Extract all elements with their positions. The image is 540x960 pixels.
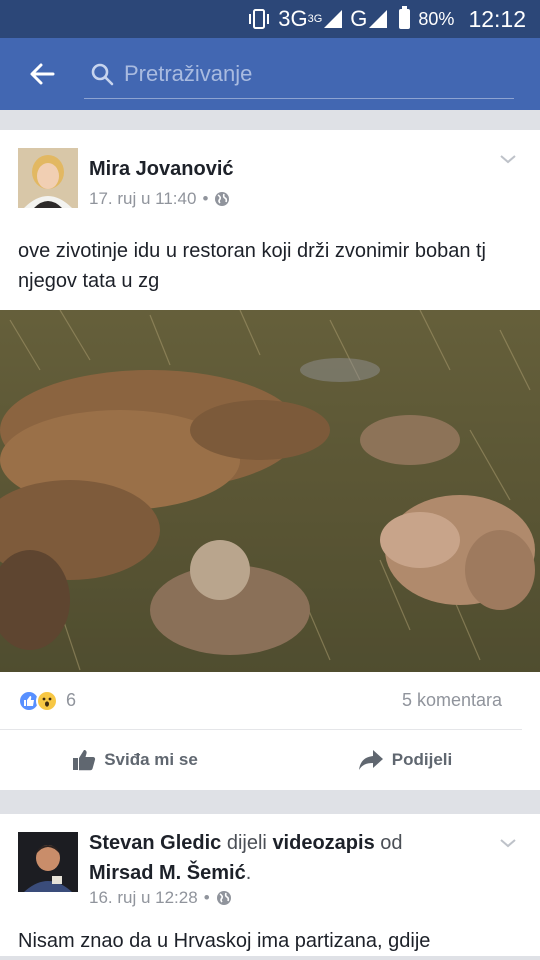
reactions-bar[interactable]: 6 5 komentara	[0, 672, 522, 730]
post-actions: Sviđa mi se Podijeli	[0, 730, 540, 790]
post-card: Mira Jovanović 17. ruj u 11:40 • ove ziv…	[0, 130, 540, 790]
post-header: Mira Jovanović 17. ruj u 11:40 •	[0, 130, 540, 210]
reaction-count: 6	[66, 690, 77, 710]
status-bar: 3G 3G G 80% 12:12	[0, 0, 540, 38]
signal-icon-2	[369, 10, 388, 28]
sentence-period: .	[245, 862, 252, 884]
author-line: Stevan Gledic dijeli videozapis od Mirsa…	[89, 828, 489, 888]
battery-icon	[399, 6, 411, 29]
search-header	[0, 38, 540, 110]
globe-icon	[215, 192, 230, 206]
globe-icon	[216, 891, 231, 905]
post-meta: 17. ruj u 11:40 •	[89, 189, 230, 209]
share-arrow-icon	[358, 750, 383, 770]
network-type: 3G 3G	[278, 6, 323, 31]
author-name[interactable]: Stevan Gledic	[89, 832, 221, 854]
shared-object-link[interactable]: videozapis	[272, 832, 374, 854]
author-line: Mira Jovanović	[89, 154, 489, 184]
like-label: Sviđa mi se	[104, 750, 198, 769]
post-photo[interactable]	[0, 310, 540, 672]
thumbs-up-icon	[73, 750, 96, 771]
share-button[interactable]: Podijeli	[270, 749, 540, 771]
post-meta: 16. ruj u 12:28 •	[89, 888, 232, 908]
search-box[interactable]	[84, 49, 514, 99]
clock: 12:12	[468, 5, 526, 32]
network-type-2: G	[350, 6, 368, 31]
chevron-down-icon[interactable]	[498, 152, 518, 166]
search-icon	[91, 63, 114, 85]
back-button[interactable]	[0, 38, 84, 110]
avatar[interactable]	[18, 148, 78, 208]
battery-percent: 80%	[418, 8, 455, 29]
shares-word: dijeli	[226, 832, 267, 854]
signal-icon	[324, 10, 343, 28]
back-arrow-icon	[30, 63, 55, 85]
separator-dot: •	[203, 888, 210, 907]
news-feed: Mira Jovanović 17. ruj u 11:40 • ove ziv…	[0, 130, 540, 956]
post-header: Stevan Gledic dijeli videozapis od Mirsa…	[0, 814, 540, 908]
search-input[interactable]	[124, 60, 484, 87]
avatar[interactable]	[18, 832, 78, 892]
post-text: ove zivotinje idu u restoran koji drži z…	[18, 240, 486, 292]
source-name[interactable]: Mirsad M. Šemić	[89, 862, 246, 884]
from-word: od	[380, 832, 403, 854]
vibrate-icon	[248, 9, 270, 29]
like-button[interactable]: Sviđa mi se	[0, 749, 270, 771]
share-label: Podijeli	[391, 750, 453, 769]
separator-dot: •	[202, 189, 209, 208]
timestamp[interactable]: 17. ruj u 11:40	[89, 189, 196, 209]
post-text: Nisam znao da u Hrvaskoj ima partizana, …	[18, 930, 431, 952]
wow-reaction-icon	[36, 689, 58, 712]
comment-count[interactable]: 5 komentara	[402, 690, 502, 711]
author-name[interactable]: Mira Jovanović	[89, 158, 234, 180]
chevron-down-icon[interactable]	[498, 836, 518, 850]
timestamp[interactable]: 16. ruj u 12:28	[89, 888, 198, 908]
post-card: Stevan Gledic dijeli videozapis od Mirsa…	[0, 814, 540, 956]
